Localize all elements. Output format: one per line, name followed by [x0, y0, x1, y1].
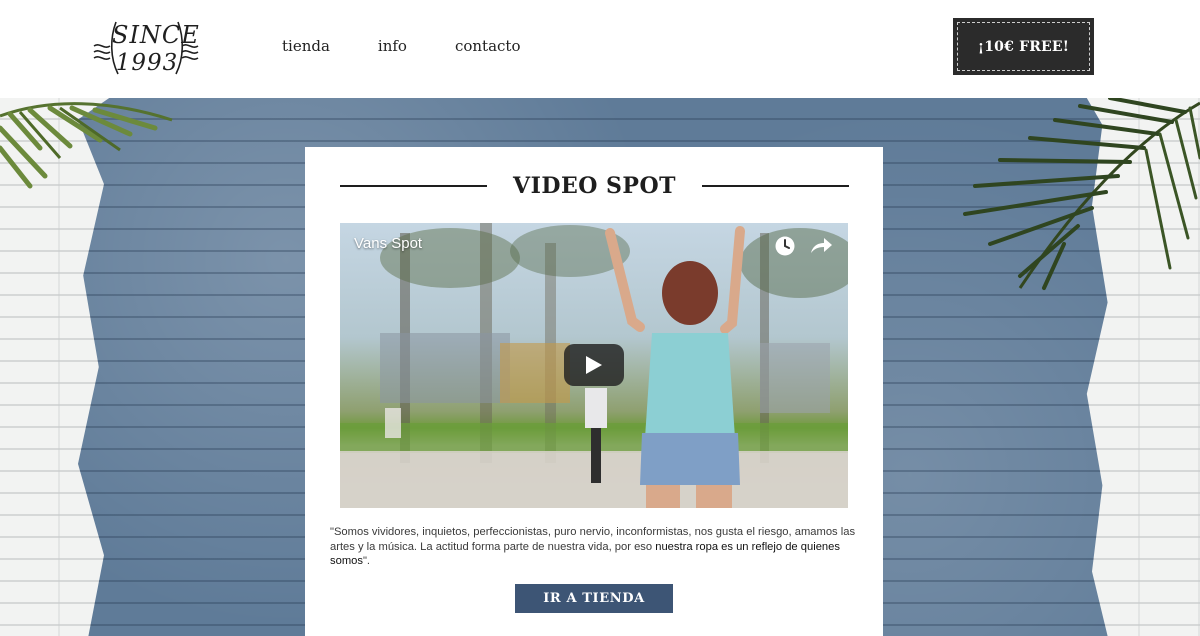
palm-leaf-left-icon: [0, 102, 173, 189]
video-player[interactable]: Vans Spot: [340, 223, 848, 508]
promo-free-button[interactable]: ¡10€ FREE!: [953, 18, 1094, 75]
nav-item-contacto[interactable]: contacto: [455, 36, 521, 58]
logo-since-text: SINCE: [112, 21, 200, 49]
quote-end: ".: [362, 555, 371, 568]
heading-rule-left: [340, 185, 487, 187]
heading-rule-right: [702, 185, 849, 187]
clock-icon[interactable]: [774, 235, 796, 257]
promo-free-label: ¡10€ FREE!: [957, 22, 1090, 71]
video-title: Vans Spot: [354, 235, 423, 252]
palm-leaf-right-icon: [963, 98, 1200, 290]
site-header: SINCE 1993 tienda info contacto ¡10€ FRE…: [0, 0, 1200, 98]
brand-quote: "Somos vividores, inquietos, perfeccioni…: [330, 525, 860, 569]
logo-year-text: 1993: [115, 50, 179, 76]
section-heading: VIDEO SPOT: [340, 171, 849, 201]
share-icon[interactable]: [809, 235, 833, 257]
video-spot-card: VIDEO SPOT Vans Spot "Somos vividores, i…: [305, 147, 883, 636]
section-title: VIDEO SPOT: [513, 173, 676, 199]
play-icon: [586, 356, 602, 374]
nav-item-info[interactable]: info: [378, 36, 407, 58]
ir-a-tienda-button[interactable]: IR A TIENDA: [515, 584, 673, 613]
main-nav: tienda info contacto: [282, 36, 569, 58]
nav-item-tienda[interactable]: tienda: [282, 36, 330, 58]
play-button[interactable]: [564, 344, 624, 386]
site-logo[interactable]: SINCE 1993: [90, 14, 202, 80]
